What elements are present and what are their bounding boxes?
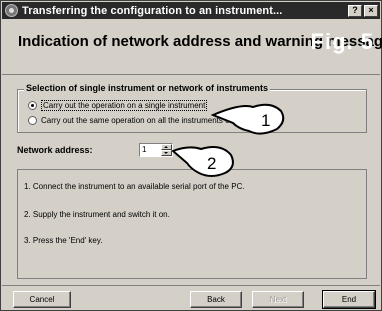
help-button[interactable]: ? <box>348 4 362 17</box>
network-address-label: Network address: <box>17 145 93 155</box>
instructions-panel: 1. Connect the instrument to an availabl… <box>17 169 367 279</box>
network-address-spinner[interactable]: 1 <box>139 143 173 157</box>
end-button[interactable]: End <box>322 290 376 309</box>
window-title: Transferring the configuration to an ins… <box>22 4 283 17</box>
back-button[interactable]: Back <box>190 291 242 308</box>
radio-button-unchecked[interactable] <box>28 116 37 125</box>
callout-1-number: 1 <box>261 111 270 130</box>
callout-2-number: 2 <box>207 154 216 173</box>
cancel-button[interactable]: Cancel <box>13 291 71 308</box>
callout-2-bubble <box>171 146 234 177</box>
network-address-value[interactable]: 1 <box>140 144 161 156</box>
wizard-header: Indication of network address and warnin… <box>2 19 382 75</box>
instruction-step: 1. Connect the instrument to an availabl… <box>24 182 245 191</box>
instruction-step: 2. Supply the instrument and switch it o… <box>24 210 170 219</box>
footer-divider <box>2 285 380 286</box>
title-bar: Transferring the configuration to an ins… <box>2 2 380 19</box>
close-button[interactable]: × <box>364 4 378 17</box>
radio-single-instrument[interactable]: Carry out the operation on a single inst… <box>28 100 208 111</box>
figure-label: Fig. 5 <box>310 29 374 54</box>
selection-group-legend: Selection of single instrument or networ… <box>24 83 271 93</box>
radio-single-label: Carry out the operation on a single inst… <box>41 100 208 111</box>
radio-button-checked[interactable] <box>28 101 37 110</box>
instruction-step: 3. Press the 'End' key. <box>24 236 103 245</box>
app-icon <box>5 4 18 17</box>
callout-1-bubble <box>211 103 285 135</box>
next-button[interactable]: Next <box>252 291 304 308</box>
selection-group: Selection of single instrument or networ… <box>17 83 367 133</box>
dialog-window: Transferring the configuration to an ins… <box>0 0 382 311</box>
callout-1: 1 <box>211 103 285 135</box>
callout-2: 2 <box>171 146 234 177</box>
